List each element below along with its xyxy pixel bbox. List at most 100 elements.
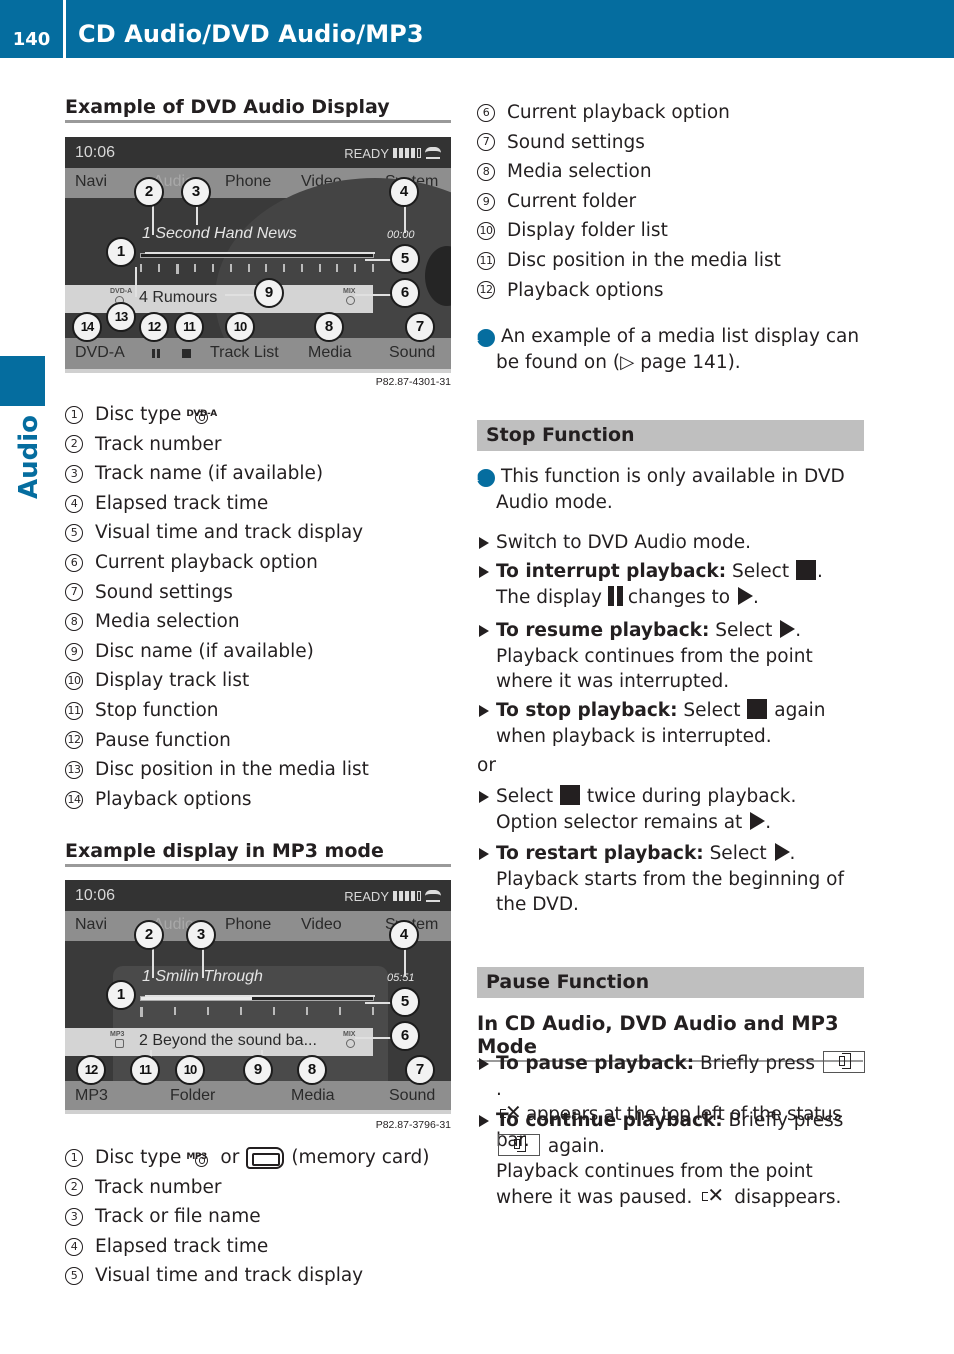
legend-item: 1 Disc type DVD-A bbox=[65, 400, 369, 430]
dvd-legend-list: 1 Disc type DVD-A 2 Track number 3 Track nam… bbox=[65, 400, 369, 814]
mix-icon: MIX bbox=[343, 1030, 355, 1048]
legend-item: 12 Pause function bbox=[65, 726, 369, 756]
menu-navi[interactable]: Navi bbox=[75, 173, 107, 191]
stop-function-heading: Stop Function bbox=[477, 420, 864, 451]
step-item: Select twice during playback. Option sel… bbox=[477, 784, 869, 835]
clock: 10:06 bbox=[75, 887, 116, 904]
callout-10: 10 bbox=[225, 312, 255, 342]
elapsed-time: 05:51 bbox=[387, 972, 415, 984]
legend-item: 4 Elapsed track time bbox=[65, 1232, 430, 1262]
bottom-menu-bar: DVD-A Track List Media Sound bbox=[65, 338, 451, 369]
menu-sound[interactable]: Sound bbox=[389, 344, 435, 362]
menu-sound[interactable]: Sound bbox=[389, 1087, 435, 1105]
callout-1: 1 bbox=[106, 980, 136, 1010]
play-icon bbox=[750, 811, 766, 830]
menu-dvd-a[interactable]: DVD-A bbox=[75, 344, 125, 362]
callout-5: 5 bbox=[390, 987, 420, 1017]
legend-item: 5 Visual time and track display bbox=[65, 1261, 430, 1291]
callout-3: 3 bbox=[186, 920, 216, 950]
callout-11: 11 bbox=[174, 312, 204, 342]
folder-row: MP3 2 Beyond the sound ba... MIX bbox=[65, 1028, 373, 1056]
menu-navi[interactable]: Navi bbox=[75, 916, 107, 934]
callout-6: 6 bbox=[390, 1021, 420, 1051]
mp3-display-image: 10:06 READY Navi Audio Phone Video Syste… bbox=[65, 880, 451, 1112]
clock: 10:06 bbox=[75, 144, 116, 161]
callout-12: 12 bbox=[76, 1055, 106, 1085]
status-text: READY bbox=[344, 146, 389, 161]
disc-name: 4 Rumours bbox=[139, 289, 218, 306]
info-icon: i bbox=[474, 329, 495, 347]
callout-9: 9 bbox=[254, 278, 284, 308]
legend-item: 5 Visual time and track display bbox=[65, 518, 369, 548]
legend-item: 3 Track or file name bbox=[65, 1202, 430, 1232]
mix-icon: MIX bbox=[343, 287, 355, 305]
play-icon bbox=[774, 843, 790, 861]
menu-media[interactable]: Media bbox=[291, 1087, 335, 1105]
header-divider bbox=[63, 0, 66, 58]
dvd-audio-display-image: 10:06 READY Navi Audio Phone Video Syste… bbox=[65, 137, 451, 369]
legend-item: 9 Current folder bbox=[477, 187, 781, 217]
legend-item: 8 Media selection bbox=[477, 157, 781, 187]
muted-speaker-icon bbox=[702, 1183, 724, 1208]
memory-card-icon bbox=[246, 1146, 285, 1169]
stop-icon bbox=[747, 699, 768, 719]
legend-item: 2 Track number bbox=[65, 430, 369, 460]
progress-fill bbox=[141, 997, 253, 1000]
callout-7: 7 bbox=[405, 312, 435, 342]
image-bottom-rule bbox=[65, 1110, 451, 1114]
stop-icon bbox=[559, 785, 580, 805]
mp3-disc-icon: MP3 bbox=[110, 1030, 124, 1048]
callout-8: 8 bbox=[314, 312, 344, 342]
image-bottom-rule bbox=[65, 369, 451, 373]
callout-8: 8 bbox=[297, 1055, 327, 1085]
mute-key-icon bbox=[822, 1051, 865, 1073]
side-tab-label: Audio bbox=[14, 414, 44, 500]
menu-track-list[interactable]: Track List bbox=[210, 344, 279, 362]
menu-phone[interactable]: Phone bbox=[225, 173, 271, 191]
legend-item: 1 Disc type MP3 or (memory card) bbox=[65, 1143, 430, 1173]
phone-handset-icon bbox=[425, 890, 441, 902]
signal-strength-icon bbox=[393, 891, 421, 901]
status-bar: 10:06 READY bbox=[65, 137, 451, 168]
menu-video[interactable]: Video bbox=[301, 916, 342, 934]
step-item: To stop playback: Select again when play… bbox=[477, 698, 869, 749]
menu-media[interactable]: Media bbox=[308, 344, 352, 362]
menu-mp3[interactable]: MP3 bbox=[75, 1087, 108, 1105]
stop-icon[interactable] bbox=[182, 349, 191, 358]
callout-1: 1 bbox=[106, 237, 136, 267]
folder-name: 2 Beyond the sound ba... bbox=[139, 1032, 317, 1049]
legend-item: 10 Display folder list bbox=[477, 216, 781, 246]
legend-item: 4 Elapsed track time bbox=[65, 489, 369, 519]
callout-12: 12 bbox=[139, 312, 169, 342]
stop-icon bbox=[795, 560, 816, 580]
callout-14: 14 bbox=[72, 312, 102, 342]
menu-phone[interactable]: Phone bbox=[225, 916, 271, 934]
mp3-disc-icon: MP3 bbox=[186, 1147, 220, 1169]
menu-folder[interactable]: Folder bbox=[170, 1087, 215, 1105]
pause-icon[interactable] bbox=[152, 349, 160, 358]
phone-handset-icon bbox=[425, 147, 441, 159]
legend-item: 6 Current playback option bbox=[477, 98, 781, 128]
page-title: CD Audio/DVD Audio/MP3 bbox=[78, 20, 424, 48]
bottom-menu-bar: MP3 Folder Media Sound bbox=[65, 1081, 451, 1112]
pause-function-heading: Pause Function bbox=[477, 967, 864, 998]
side-tab-marker bbox=[0, 356, 45, 406]
callout-3: 3 bbox=[181, 177, 211, 207]
step-item: To continue playback: Briefly press agai… bbox=[477, 1108, 869, 1210]
legend-item: 11 Stop function bbox=[65, 696, 369, 726]
info-icon: i bbox=[474, 469, 495, 487]
page-reference-link[interactable]: page 141 bbox=[640, 352, 727, 373]
legend-item: 7 Sound settings bbox=[477, 128, 781, 158]
dvd-section-heading: Example of DVD Audio Display bbox=[65, 96, 451, 123]
page-arrow-icon: ▷ bbox=[620, 351, 635, 373]
play-icon bbox=[780, 620, 796, 638]
track-ticks bbox=[140, 264, 374, 274]
callout-11: 11 bbox=[130, 1055, 160, 1085]
callout-5: 5 bbox=[390, 244, 420, 274]
image-caption: P82.87-4301-31 bbox=[375, 376, 451, 388]
signal-strength-icon bbox=[393, 148, 421, 158]
callout-4: 4 bbox=[389, 920, 419, 950]
callout-7: 7 bbox=[405, 1055, 435, 1085]
status-text: READY bbox=[344, 889, 389, 904]
callout-6: 6 bbox=[390, 278, 420, 308]
